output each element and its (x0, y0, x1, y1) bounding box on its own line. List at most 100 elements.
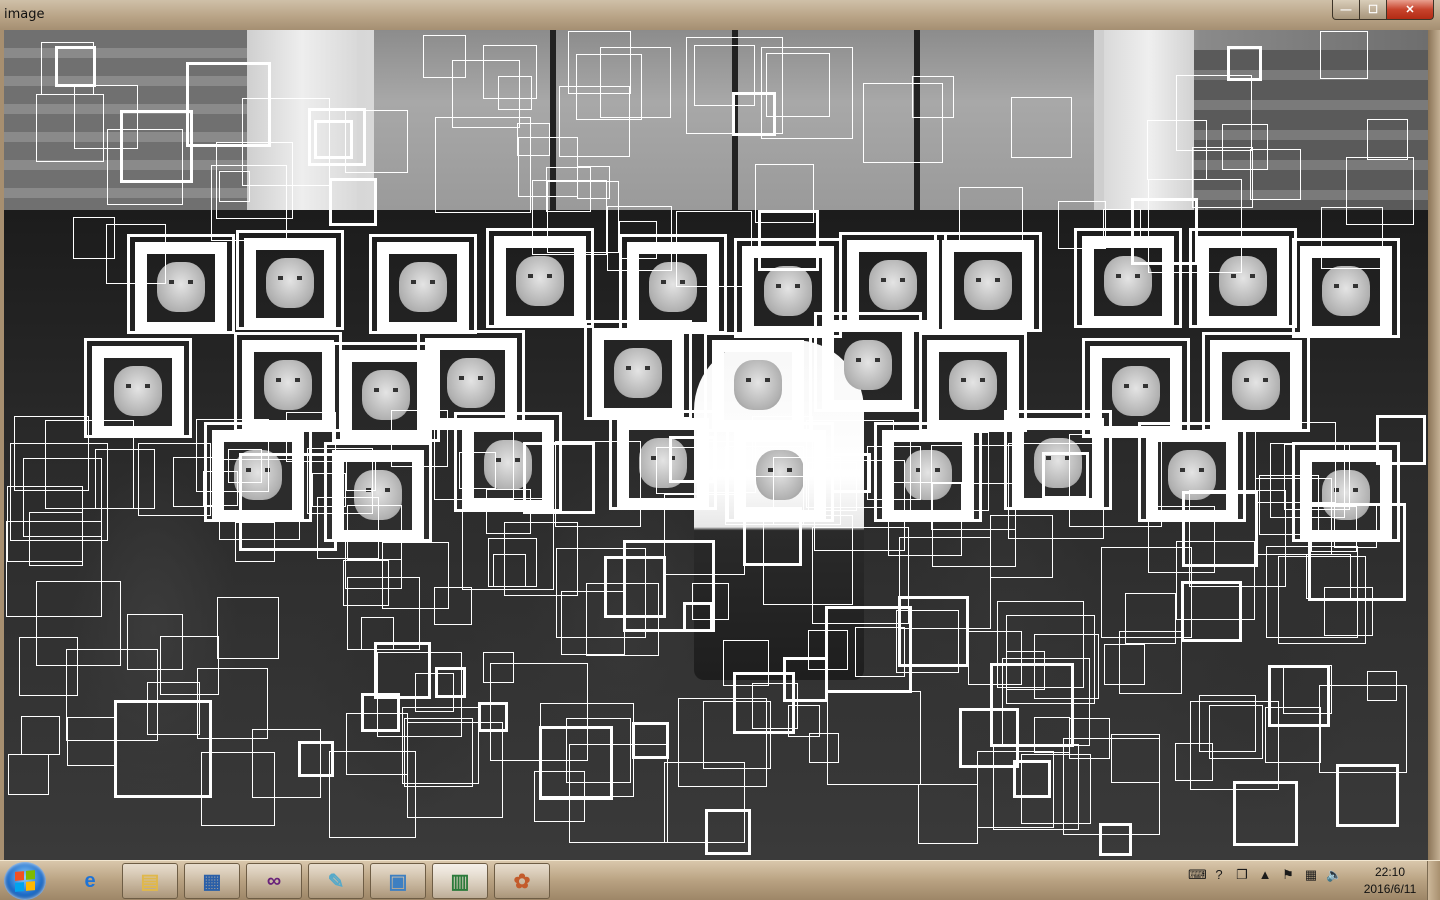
detection-box (1192, 147, 1253, 208)
image-window-icon: ▥ (450, 870, 470, 893)
detection-box (252, 729, 321, 798)
detection-box (423, 35, 466, 78)
flag-icon[interactable]: ⚑ (1280, 867, 1296, 883)
window-title: image (4, 7, 45, 22)
system-tray: ⌨? ❐ ▲ ⚑ ▦ 🔈 (1188, 867, 1342, 883)
detection-box (329, 751, 416, 838)
volume-icon[interactable]: 🔈 (1326, 867, 1342, 883)
caption-buttons: — ☐ ✕ (1332, 0, 1434, 20)
detection-box (517, 123, 550, 156)
detection-box (312, 473, 346, 507)
detection-box (19, 637, 78, 696)
detection-box (569, 744, 668, 843)
taskbar-button-task-manager[interactable]: ▦ (184, 863, 240, 899)
detection-box (415, 673, 454, 712)
taskbar-button-internet-explorer[interactable]: e (62, 863, 118, 899)
detection-box (1336, 764, 1399, 827)
detection-box (1011, 97, 1072, 158)
detection-box (896, 610, 959, 673)
detection-box (1320, 31, 1368, 79)
detection-box (948, 248, 1028, 326)
detection-box (718, 348, 798, 426)
detection-box (45, 420, 134, 509)
detection-box (1111, 734, 1160, 783)
detection-box (831, 453, 871, 493)
file-explorer-icon: ▤ (140, 870, 160, 893)
window-icon[interactable]: ❐ (1234, 867, 1250, 883)
minimize-button[interactable]: — (1332, 0, 1360, 20)
detection-box (308, 108, 366, 166)
detection-box (959, 187, 1023, 251)
detection-box (1324, 587, 1373, 636)
detection-box (607, 206, 672, 271)
taskbar: e ▤ ▦ ∞ ✎ ▣ ▥ ✿ ⌨? ❐ ▲ ⚑ ▦ 🔈 22:10 2016/6/11 (0, 860, 1440, 900)
maximize-button[interactable]: ☐ (1360, 0, 1387, 20)
detection-box (669, 436, 716, 483)
taskbar-button-file-explorer[interactable]: ▤ (122, 863, 178, 899)
image-canvas (4, 30, 1428, 860)
detection-box (217, 597, 279, 659)
detection-box (1209, 705, 1263, 759)
detection-box (598, 336, 678, 414)
clock[interactable]: 22:10 2016/6/11 (1354, 864, 1426, 898)
detection-box (758, 210, 819, 271)
taskbar-button-notepad[interactable]: ✎ (308, 863, 364, 899)
clock-time: 22:10 (1374, 865, 1406, 879)
detection-box (106, 224, 166, 284)
detection-box (743, 507, 802, 566)
detection-box (1216, 348, 1296, 426)
detection-box (41, 42, 94, 95)
detection-box (434, 587, 472, 625)
detection-box (286, 412, 336, 462)
detection-box (66, 649, 158, 741)
detection-box (8, 754, 49, 795)
detection-box (808, 630, 848, 670)
detection-box (196, 419, 269, 492)
detection-box (912, 76, 954, 118)
detection-box (1346, 157, 1414, 225)
detection-box (434, 420, 514, 500)
internet-explorer-icon: e (84, 869, 96, 892)
detection-box (827, 691, 921, 785)
keyboard-icon[interactable]: ⌨ (1188, 867, 1207, 883)
start-button[interactable] (4, 862, 46, 900)
detection-box (918, 784, 978, 844)
detection-box (1131, 198, 1198, 265)
detection-box (1268, 665, 1330, 727)
task-manager-icon: ▦ (202, 870, 222, 893)
photo-viewer-icon: ▣ (388, 870, 408, 893)
detection-box (1058, 201, 1106, 249)
detection-box (532, 180, 607, 255)
taskbar-button-image-window[interactable]: ▥ (432, 863, 488, 899)
show-hidden-icons-icon[interactable]: ▲ (1257, 867, 1273, 883)
network-icon[interactable]: ▦ (1303, 867, 1319, 883)
detection-box (933, 348, 1013, 426)
taskbar-button-paint[interactable]: ✿ (494, 863, 550, 899)
detection-box (361, 693, 400, 732)
notepad-icon: ✎ (327, 870, 345, 893)
detection-box (1099, 823, 1132, 856)
detection-box (993, 744, 1079, 830)
detection-box (1233, 781, 1298, 846)
detection-box (1250, 149, 1301, 200)
windows-start-icon (15, 870, 35, 892)
detection-box (676, 211, 752, 287)
taskbar-button-visual-studio[interactable]: ∞ (246, 863, 302, 899)
taskbar-button-photo-viewer[interactable]: ▣ (370, 863, 426, 899)
show-desktop-button[interactable] (1427, 861, 1440, 900)
detection-box (160, 636, 219, 695)
clock-date: 2016/6/11 (1363, 882, 1417, 896)
detection-box (623, 540, 715, 632)
detection-box (576, 54, 642, 120)
help-icon[interactable]: ? (1211, 867, 1227, 883)
detection-box (1334, 505, 1377, 548)
detection-box (561, 591, 625, 655)
detection-box (250, 246, 330, 324)
close-button[interactable]: ✕ (1387, 0, 1434, 20)
window-titlebar[interactable]: image — ☐ ✕ (0, 0, 1440, 31)
detection-box (1176, 75, 1252, 151)
detection-box (1069, 434, 1162, 527)
detection-box (1227, 46, 1262, 81)
paint-icon: ✿ (513, 870, 531, 893)
detection-box (343, 560, 389, 606)
